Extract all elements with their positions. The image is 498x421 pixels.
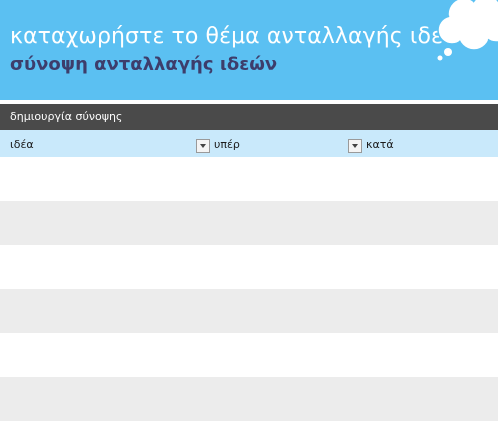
column-header-con: κατά xyxy=(366,138,394,151)
filter-dropdown-idea[interactable] xyxy=(196,139,210,153)
cloud-icon xyxy=(437,0,498,61)
summary-bar[interactable]: δημιουργία σύνοψης xyxy=(0,104,498,130)
column-header-pro: υπέρ xyxy=(214,138,240,151)
column-header-idea: ιδέα xyxy=(10,138,34,151)
summary-bar-label[interactable]: δημιουργία σύνοψης xyxy=(10,110,122,123)
table-body xyxy=(0,157,498,421)
table-row[interactable] xyxy=(0,201,498,245)
page-subtitle: σύνοψη ανταλλαγής ιδεών xyxy=(10,54,278,75)
page-title[interactable]: καταχωρήστε το θέμα ανταλλαγής ιδεών xyxy=(10,24,474,49)
table-row[interactable] xyxy=(0,333,498,377)
table-row[interactable] xyxy=(0,157,498,201)
banner: καταχωρήστε το θέμα ανταλλαγής ιδεών σύν… xyxy=(0,0,498,100)
table-row[interactable] xyxy=(0,245,498,289)
table-header-row: ιδέα υπέρ κατά xyxy=(0,130,498,157)
table-row[interactable] xyxy=(0,377,498,421)
table-row[interactable] xyxy=(0,289,498,333)
filter-dropdown-pro[interactable] xyxy=(348,139,362,153)
